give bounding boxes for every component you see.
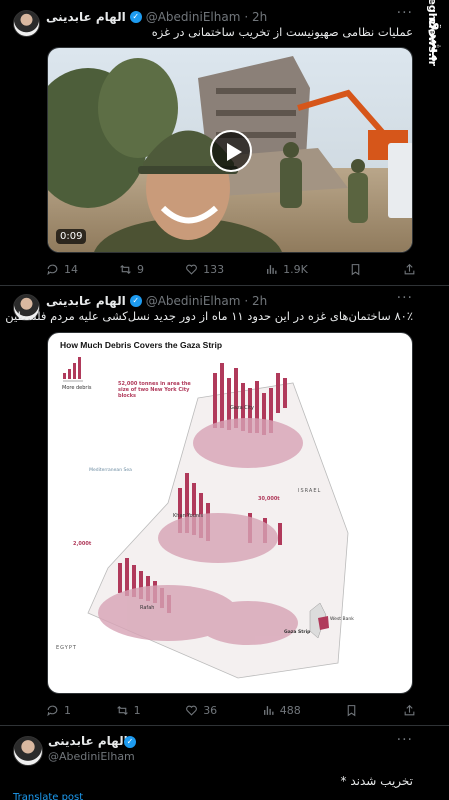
retweet-count: 9 — [137, 263, 145, 276]
view-count: 488 — [279, 704, 301, 717]
callout-2000: 2,000t — [73, 541, 92, 547]
share-button[interactable] — [403, 263, 416, 276]
like-count: 133 — [203, 263, 225, 276]
label-west-bank: West Bank — [330, 617, 354, 622]
view-count: 1.9K — [283, 263, 308, 276]
label-gaza-city: Gaza City — [230, 405, 255, 411]
callout-30000: 30,000t — [258, 496, 280, 502]
tweet[interactable]: الهام عابدینی ✓ @AbediniElham · 2h ··· ع… — [0, 0, 449, 286]
reply-button[interactable]: 14 — [46, 263, 78, 276]
retweet-button[interactable]: 1 — [116, 704, 141, 717]
infographic-image[interactable]: How Much Debris Covers the Gaza Strip Mo… — [47, 332, 413, 694]
bookmark-button[interactable] — [349, 263, 362, 276]
author-name[interactable]: الهام عابدینی — [48, 734, 128, 748]
reply-button[interactable]: 1 — [46, 704, 71, 717]
views-icon — [263, 706, 274, 715]
timestamp[interactable]: · 2h — [244, 10, 267, 24]
like-button[interactable]: 133 — [185, 263, 224, 276]
author-name[interactable]: الهام عابدینی — [46, 294, 126, 308]
verified-badge-icon: ✓ — [124, 736, 136, 748]
heart-icon — [186, 264, 197, 275]
bookmark-button[interactable] — [345, 704, 358, 717]
reply-icon — [47, 705, 58, 717]
tweet-text: ۸۰٪ ساختمان‌های غزه در این حدود ۱۱ ماه ا… — [5, 309, 413, 323]
play-icon — [227, 143, 242, 161]
label-gaza-strip: Gaza Strip — [284, 630, 311, 635]
verified-badge-icon: ✓ — [129, 11, 142, 23]
tweet-text: عملیات نظامی صهیونیست از تخریب ساختمانی … — [151, 25, 413, 39]
label-rafah: Rafah — [140, 605, 155, 611]
share-icon — [404, 263, 415, 275]
reply-icon — [47, 264, 58, 276]
views-button[interactable]: 488 — [262, 704, 301, 717]
translate-post-link[interactable]: Translate post — [13, 792, 83, 800]
avatar[interactable] — [13, 10, 40, 37]
retweet-icon — [116, 705, 128, 716]
author-handle[interactable]: @AbediniElham — [146, 10, 241, 24]
retweet-button[interactable]: 9 — [119, 263, 144, 276]
tweet-actions: 1 1 36 488 — [46, 704, 416, 717]
author-handle[interactable]: @AbediniElham — [48, 750, 135, 763]
share-icon — [404, 704, 415, 716]
reply-count: 1 — [64, 704, 71, 717]
timestamp[interactable]: · 2h — [244, 294, 267, 308]
reply-count: 14 — [64, 263, 78, 276]
views-button[interactable]: 1.9K — [265, 263, 308, 276]
avatar[interactable] — [13, 736, 43, 766]
views-icon — [267, 265, 277, 274]
label-israel: ISRAEL — [298, 488, 322, 494]
legend-label: More debris — [62, 385, 92, 391]
callout-main: 52,000 tonnes in area the size of two Ne… — [118, 381, 191, 399]
main-tweet[interactable]: الهام عابدینی ✓ @AbediniElham ··· تخریب … — [0, 726, 449, 800]
label-egypt: EGYPT — [56, 645, 77, 651]
author-handle[interactable]: @AbediniElham — [146, 294, 241, 308]
like-count: 36 — [203, 704, 218, 717]
video-duration: 0:09 — [56, 229, 87, 244]
bookmark-icon — [351, 264, 360, 276]
tweet-text: تخریب شدند * — [340, 774, 413, 788]
bookmark-icon — [348, 705, 356, 717]
label-sea: Mediterranean Sea — [89, 468, 132, 473]
play-button[interactable] — [210, 130, 252, 172]
more-options-icon[interactable]: ··· — [397, 290, 413, 306]
share-button[interactable] — [403, 704, 416, 717]
retweet-icon — [120, 264, 131, 275]
more-options-icon[interactable]: ··· — [397, 5, 413, 21]
gaza-debris-map — [63, 357, 349, 679]
retweet-count: 1 — [133, 704, 141, 717]
label-khan-younis: Khan Younis — [173, 513, 204, 519]
heart-icon — [186, 705, 198, 716]
legend-bars — [63, 357, 81, 379]
infographic-title: How Much Debris Covers the Gaza Strip — [60, 340, 223, 350]
tweet-actions: 14 9 133 1.9K — [46, 263, 416, 276]
verified-badge-icon: ✓ — [129, 295, 142, 307]
more-options-icon[interactable]: ··· — [397, 732, 413, 748]
like-button[interactable]: 36 — [185, 704, 217, 717]
video-player[interactable]: 0:09 — [47, 47, 413, 253]
author-name[interactable]: الهام عابدینی — [46, 10, 126, 24]
tweet[interactable]: الهام عابدینی ✓ @AbediniElham · 2h ··· ۸… — [0, 286, 449, 726]
